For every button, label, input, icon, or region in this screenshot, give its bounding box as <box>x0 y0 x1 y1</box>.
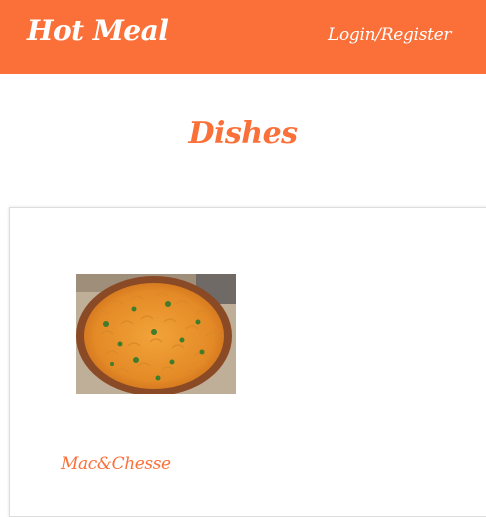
dish-image[interactable] <box>76 274 236 394</box>
navbar: Hot Meal Login/Register <box>0 0 486 74</box>
login-register-link[interactable]: Login/Register <box>328 25 452 45</box>
page-title: Dishes <box>188 116 298 151</box>
dish-card[interactable]: Mac&Chesse <box>9 207 486 517</box>
dish-name-link[interactable]: Mac&Chesse <box>61 454 171 474</box>
brand-logo-text[interactable]: Hot Meal <box>27 14 169 47</box>
